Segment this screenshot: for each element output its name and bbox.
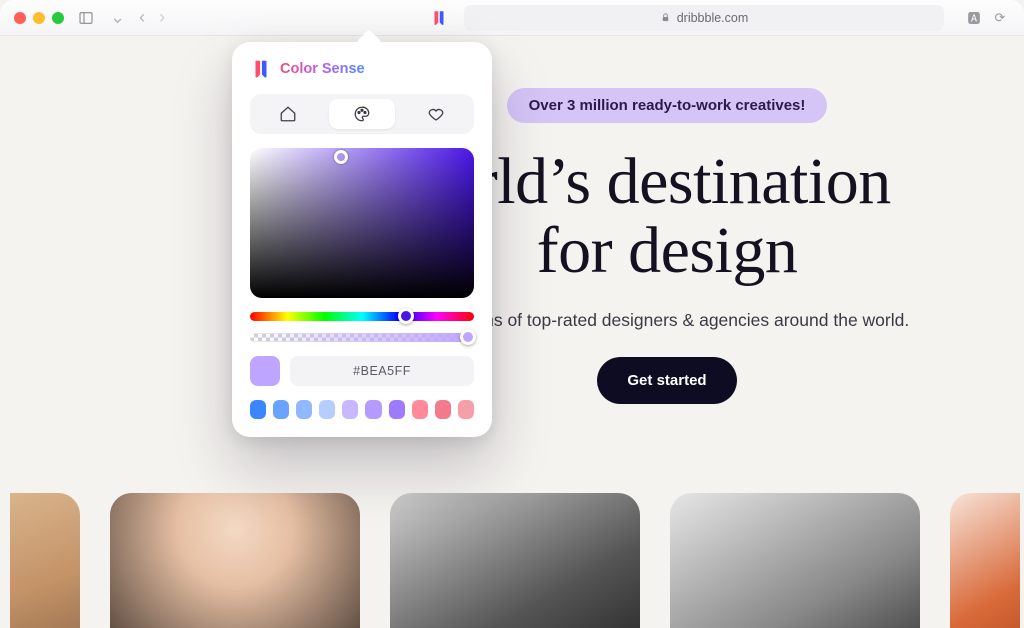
browser-toolbar: ⌄ ‹ › dribbble.com 🅰︎ ⟳: [0, 0, 1024, 36]
designer-card[interactable]: [950, 493, 1020, 628]
address-bar-host: dribbble.com: [677, 11, 749, 25]
tab-home[interactable]: [255, 99, 321, 129]
color-sense-logo-icon: [250, 58, 272, 80]
preset-palette: [250, 400, 474, 419]
picker-pointer[interactable]: [334, 150, 348, 164]
palette-swatch[interactable]: [273, 400, 289, 419]
designer-card[interactable]: [670, 493, 920, 628]
address-bar[interactable]: dribbble.com: [464, 5, 944, 31]
designer-card[interactable]: [10, 493, 80, 628]
color-sense-title: Color Sense: [280, 61, 365, 77]
toolbar-right-icons: 🅰︎ ⟳: [964, 8, 1010, 28]
designer-card[interactable]: [110, 493, 360, 628]
palette-icon: [353, 105, 371, 123]
tab-picker[interactable]: [329, 99, 395, 129]
get-started-button[interactable]: Get started: [597, 357, 736, 404]
tab-favorites[interactable]: [403, 99, 469, 129]
translate-icon[interactable]: 🅰︎: [964, 8, 984, 28]
saturation-lightness-picker[interactable]: [250, 148, 474, 298]
heart-icon: [427, 105, 445, 123]
fullscreen-window-button[interactable]: [52, 12, 64, 24]
promo-pill: Over 3 million ready-to-work creatives!: [507, 88, 828, 123]
palette-swatch[interactable]: [342, 400, 358, 419]
palette-swatch[interactable]: [296, 400, 312, 419]
palette-swatch[interactable]: [458, 400, 474, 419]
current-color-swatch[interactable]: [250, 356, 280, 386]
designer-card[interactable]: [390, 493, 640, 628]
traffic-lights: [14, 12, 64, 24]
forward-button[interactable]: ›: [157, 7, 167, 28]
palette-swatch[interactable]: [412, 400, 428, 419]
alpha-slider-thumb[interactable]: [460, 329, 476, 345]
popover-tabs: [250, 94, 474, 134]
color-sense-toolbar-icon[interactable]: [430, 9, 448, 27]
alpha-slider[interactable]: [250, 333, 474, 342]
minimize-window-button[interactable]: [33, 12, 45, 24]
palette-swatch[interactable]: [389, 400, 405, 419]
sidebar-toggle-button[interactable]: [74, 6, 98, 30]
palette-swatch[interactable]: [250, 400, 266, 419]
designer-card-strip: [0, 493, 1024, 628]
hex-input[interactable]: #BEA5FF: [290, 356, 474, 386]
reload-button[interactable]: ⟳: [990, 8, 1010, 28]
tab-dropdown-icon[interactable]: ⌄: [108, 7, 127, 28]
webpage-content: Over 3 million ready-to-work creatives! …: [0, 36, 1024, 628]
home-icon: [279, 105, 297, 123]
hue-slider-thumb[interactable]: [398, 308, 414, 324]
lock-icon: [660, 12, 671, 23]
color-sense-popover: Color Sense #BEA5FF: [232, 42, 492, 437]
hue-slider[interactable]: [250, 312, 474, 321]
palette-swatch[interactable]: [365, 400, 381, 419]
close-window-button[interactable]: [14, 12, 26, 24]
back-button[interactable]: ‹: [137, 7, 147, 28]
palette-swatch[interactable]: [435, 400, 451, 419]
palette-swatch[interactable]: [319, 400, 335, 419]
